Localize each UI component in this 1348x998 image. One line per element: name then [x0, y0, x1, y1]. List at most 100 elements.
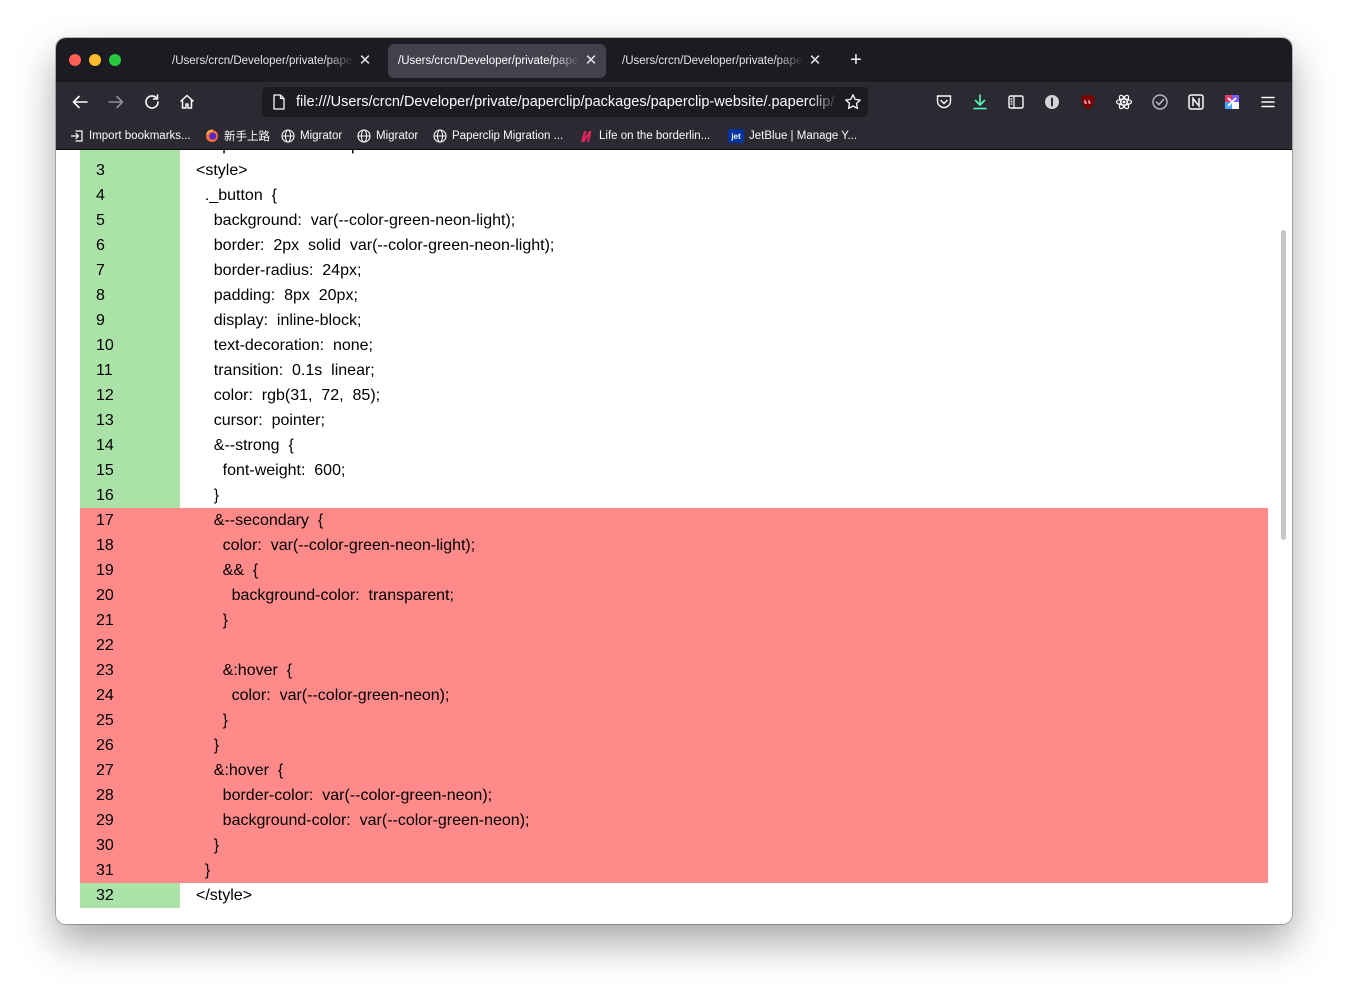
star-icon: [845, 94, 861, 110]
extension-1password-button[interactable]: [1042, 92, 1062, 112]
pocket-icon: [936, 95, 952, 109]
tab-close-icon[interactable]: ✕: [584, 53, 598, 68]
diff-row: 32 </style>: [80, 883, 1268, 908]
tab-close-icon[interactable]: ✕: [358, 53, 372, 68]
extension-react-devtools-button[interactable]: [1114, 92, 1134, 112]
bookmark-label: 新手上路: [224, 131, 270, 143]
reload-button[interactable]: [140, 90, 164, 114]
bookmark-import[interactable]: Import bookmarks...: [70, 128, 191, 144]
reload-icon: [145, 94, 159, 109]
line-number: 13: [80, 408, 180, 433]
diff-row: 8 padding: 8px 20px;: [80, 283, 1268, 308]
puzzle-extension-icon: [1225, 95, 1239, 109]
tab-1[interactable]: /Users/crcn/Developer/private/paperclip/…: [162, 44, 380, 78]
extension-ublock-button[interactable]: [1078, 92, 1098, 112]
diff-row-removed: 23 &:hover {: [80, 658, 1268, 683]
url-bar[interactable]: file:///Users/crcn/Developer/private/pap…: [262, 87, 868, 117]
forward-button[interactable]: [104, 90, 128, 114]
minimize-window-button[interactable]: [89, 54, 101, 66]
url-text[interactable]: file:///Users/crcn/Developer/private/pap…: [296, 94, 838, 110]
code-text: color: rgb(31, 72, 85);: [196, 387, 381, 404]
diff-row: 7 border-radius: 24px;: [80, 258, 1268, 283]
code-text: display: inline-block;: [196, 312, 362, 329]
tab-strip: /Users/crcn/Developer/private/paperclip/…: [56, 38, 1292, 82]
globe-icon: [357, 129, 371, 143]
downloads-button[interactable]: [970, 92, 990, 112]
line-number: 11: [80, 358, 180, 383]
scrollbar-thumb[interactable]: [1281, 230, 1286, 540]
line-number: 21: [96, 612, 114, 629]
tab-3[interactable]: /Users/crcn/Developer/private/paperclip/…: [612, 44, 830, 78]
new-tab-button[interactable]: +: [846, 50, 866, 70]
pocket-button[interactable]: [934, 92, 954, 112]
bookmark-migrator-1[interactable]: Migrator: [281, 128, 342, 144]
bookmark-label: Import bookmarks...: [89, 130, 191, 142]
extension-check-button[interactable]: [1150, 92, 1170, 112]
bookmark-firefox-start[interactable]: 新手上路: [205, 128, 270, 144]
diff-row-removed: 22: [80, 633, 1268, 658]
download-icon: [973, 94, 987, 110]
diff-row-removed: 24 color: var(--color-green-neon);: [80, 683, 1268, 708]
notion-icon: [1188, 94, 1204, 110]
sidebar-button[interactable]: [1006, 92, 1026, 112]
app-menu-button[interactable]: [1258, 92, 1278, 112]
bookmark-migrator-2[interactable]: Migrator: [357, 128, 418, 144]
code-text: ._button {: [196, 187, 277, 204]
line-number: 7: [80, 258, 180, 283]
diff-row: 2<import src="./colors.pc" />: [80, 150, 1268, 158]
code-text: border: 2px solid var(--color-green-neon…: [196, 237, 555, 254]
line-number: 9: [80, 308, 180, 333]
home-button[interactable]: [175, 90, 199, 114]
line-number: 24: [96, 687, 114, 704]
code-text: && {: [196, 562, 259, 579]
code-text: &--secondary {: [196, 512, 324, 529]
hamburger-menu-icon: [1261, 96, 1275, 108]
sidebar-icon: [1008, 95, 1024, 109]
diff-row: 9 display: inline-block;: [80, 308, 1268, 333]
line-number: 26: [96, 737, 114, 754]
diff-row: 4 ._button {: [80, 183, 1268, 208]
extension-notion-button[interactable]: [1186, 92, 1206, 112]
diff-row-removed: 26 }: [80, 733, 1268, 758]
medium-icon: [580, 129, 594, 143]
jetblue-icon: jet: [728, 129, 744, 143]
tab-2-active[interactable]: /Users/crcn/Developer/private/paperclip/…: [388, 44, 606, 78]
close-window-button[interactable]: [69, 54, 81, 66]
code-text: font-weight: 600;: [196, 462, 346, 479]
tab-title: /Users/crcn/Developer/private/paperclip/…: [398, 55, 580, 67]
diff-row-removed: 25 }: [80, 708, 1268, 733]
zoom-window-button[interactable]: [109, 54, 121, 66]
code-text: }: [196, 837, 220, 854]
bookmark-paperclip-migration[interactable]: Paperclip Migration ...: [433, 128, 563, 144]
page-content: 2<import src="./colors.pc" />3 <style> 4 .…: [56, 150, 1292, 924]
tab-close-icon[interactable]: ✕: [808, 53, 822, 68]
bookmark-jetblue[interactable]: jet JetBlue | Manage Y...: [728, 128, 857, 144]
bookmark-label: Life on the borderlin...: [599, 130, 711, 142]
bookmark-star-button[interactable]: [838, 93, 868, 111]
line-number: 22: [96, 637, 114, 654]
code-text: border-color: var(--color-green-neon);: [196, 787, 493, 804]
back-button[interactable]: [68, 90, 92, 114]
line-number: 18: [96, 537, 114, 554]
arrow-right-icon: [108, 95, 124, 109]
checkmark-circle-icon: [1152, 94, 1168, 110]
extension-colorful-button[interactable]: [1222, 92, 1242, 112]
code-text: }: [196, 712, 229, 729]
line-number: 3: [80, 158, 180, 183]
diff-row-removed: 17 &--secondary {: [80, 508, 1268, 533]
bookmark-life-on-borderline[interactable]: Life on the borderlin...: [580, 128, 710, 144]
diff-row-removed: 28 border-color: var(--color-green-neon)…: [80, 783, 1268, 808]
browser-window: /Users/crcn/Developer/private/paperclip/…: [56, 38, 1292, 924]
line-number: 2: [80, 150, 180, 158]
nav-bar: file:///Users/crcn/Developer/private/pap…: [56, 82, 1292, 122]
code-text: background-color: var(--color-green-neon…: [196, 812, 530, 829]
diff-row-removed: 18 color: var(--color-green-neon-light);: [80, 533, 1268, 558]
home-icon: [179, 94, 195, 109]
bookmark-label: Migrator: [376, 130, 419, 142]
diff-row: 14 &--strong {: [80, 433, 1268, 458]
line-number: 20: [96, 587, 114, 604]
diff-row-removed: 21 }: [80, 608, 1268, 633]
code-text: &--strong {: [196, 437, 294, 454]
line-number: 5: [80, 208, 180, 233]
